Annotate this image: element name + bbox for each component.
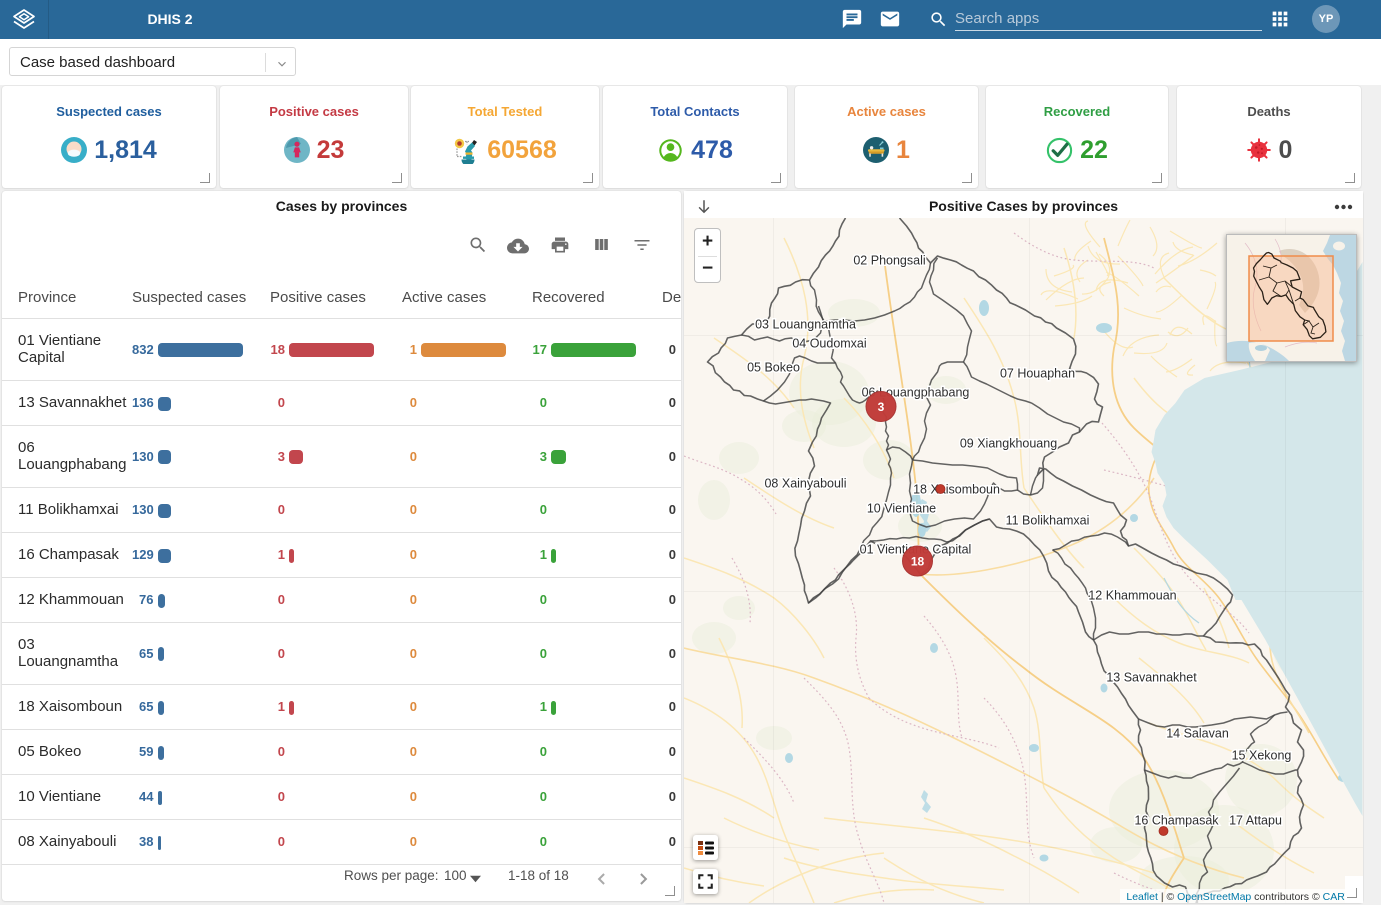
svg-text:16 Champasak: 16 Champasak	[1134, 814, 1219, 828]
svg-text:18 Xaisomboun: 18 Xaisomboun	[913, 483, 1000, 497]
svg-text:08 Xainyabouli: 08 Xainyabouli	[764, 477, 846, 491]
svg-text:10 Vientiane: 10 Vientiane	[867, 502, 936, 516]
svg-text:11 Bolikhamxai: 11 Bolikhamxai	[1006, 514, 1090, 528]
svg-text:12 Khammouan: 12 Khammouan	[1088, 589, 1176, 603]
svg-text:14 Salavan: 14 Salavan	[1166, 727, 1229, 741]
svg-text:09 Xiangkhouang: 09 Xiangkhouang	[960, 437, 1057, 451]
svg-text:15 Xekong: 15 Xekong	[1232, 749, 1292, 763]
svg-text:3: 3	[878, 400, 885, 414]
svg-text:07 Houaphan: 07 Houaphan	[1000, 367, 1075, 381]
svg-text:02 Phongsali: 02 Phongsali	[853, 254, 925, 268]
svg-text:04 Oudomxai: 04 Oudomxai	[792, 337, 866, 351]
svg-text:13 Savannakhet: 13 Savannakhet	[1106, 671, 1197, 685]
svg-text:05 Bokeo: 05 Bokeo	[747, 361, 800, 375]
svg-text:03 Louangnamtha: 03 Louangnamtha	[755, 318, 856, 332]
svg-text:17 Attapu: 17 Attapu	[1229, 814, 1282, 828]
svg-text:18: 18	[911, 555, 925, 569]
